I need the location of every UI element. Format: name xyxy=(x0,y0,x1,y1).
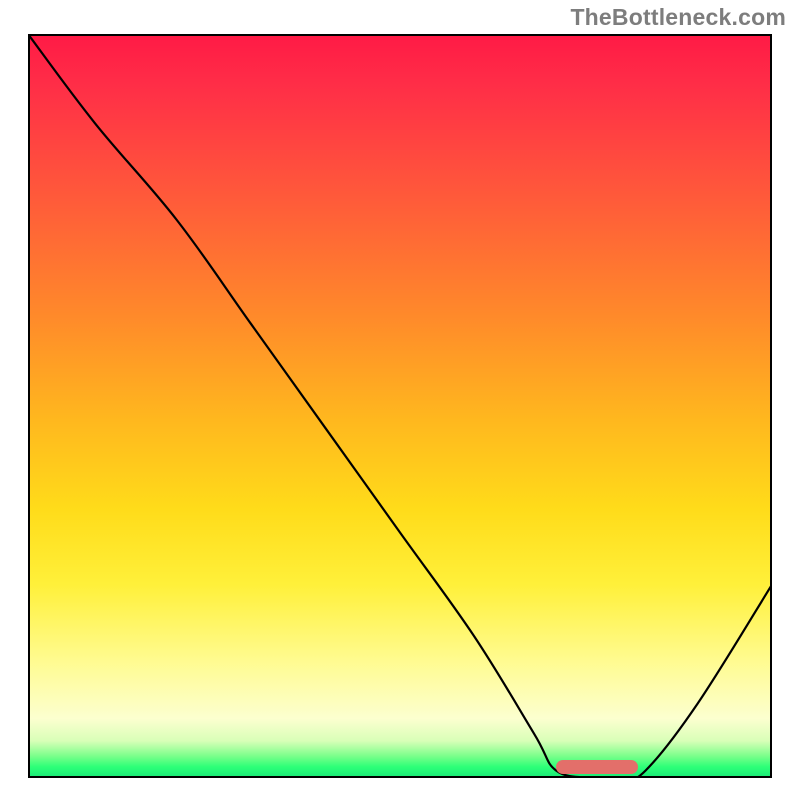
plot-area xyxy=(28,34,772,778)
bottleneck-curve xyxy=(28,34,772,778)
curve-path xyxy=(28,34,772,778)
chart-container: TheBottleneck.com xyxy=(0,0,800,800)
watermark-text: TheBottleneck.com xyxy=(570,4,786,31)
optimal-range-marker xyxy=(556,760,638,774)
